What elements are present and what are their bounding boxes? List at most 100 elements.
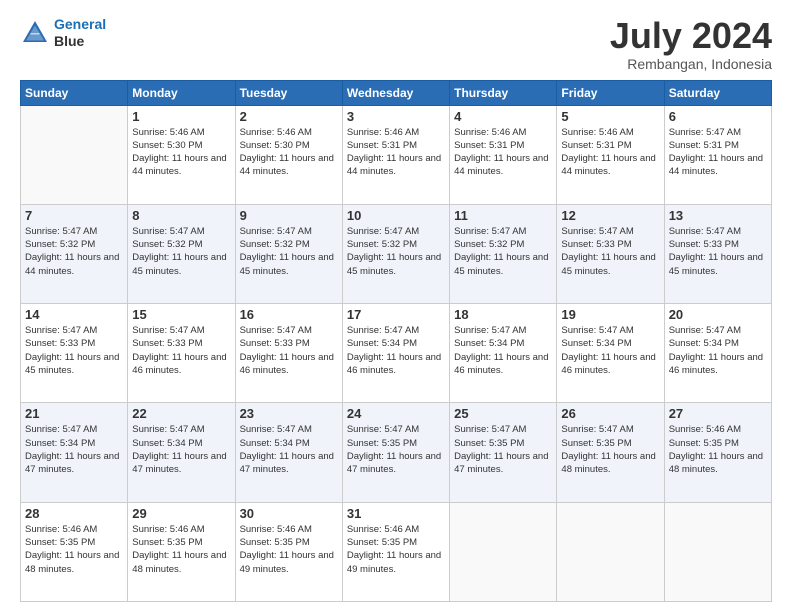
day-info: Sunrise: 5:47 AMSunset: 5:35 PMDaylight:… — [454, 423, 552, 476]
table-row: 2Sunrise: 5:46 AMSunset: 5:30 PMDaylight… — [235, 105, 342, 204]
day-number: 3 — [347, 109, 445, 124]
day-info: Sunrise: 5:47 AMSunset: 5:34 PMDaylight:… — [669, 324, 767, 377]
table-row: 24 Sunrise: 5:47 AMSunset: 5:35 PMDayligh… — [342, 403, 449, 502]
day-number: 11 — [454, 208, 552, 223]
day-number: 31 — [347, 506, 445, 521]
day-info: Sunrise: 5:47 AMSunset: 5:32 PMDaylight:… — [347, 225, 445, 278]
day-info: Sunrise: 5:46 AMSunset: 5:35 PMDaylight:… — [347, 523, 445, 576]
col-tuesday: Tuesday — [235, 80, 342, 105]
day-info: Sunrise: 5:47 AMSunset: 5:33 PMDaylight:… — [132, 324, 230, 377]
table-row: 3Sunrise: 5:46 AMSunset: 5:31 PMDaylight… — [342, 105, 449, 204]
table-row — [450, 502, 557, 601]
day-info: Sunrise: 5:46 AMSunset: 5:30 PMDaylight:… — [240, 126, 338, 179]
main-title: July 2024 — [610, 16, 772, 56]
day-number: 18 — [454, 307, 552, 322]
day-number: 14 — [25, 307, 123, 322]
day-info: Sunrise: 5:47 AMSunset: 5:33 PMDaylight:… — [669, 225, 767, 278]
table-row: 31 Sunrise: 5:46 AMSunset: 5:35 PMDayligh… — [342, 502, 449, 601]
day-info: Sunrise: 5:47 AMSunset: 5:31 PMDaylight:… — [669, 126, 767, 179]
logo-icon — [20, 18, 50, 48]
day-number: 27 — [669, 406, 767, 421]
table-row: 28 Sunrise: 5:46 AMSunset: 5:35 PMDayligh… — [21, 502, 128, 601]
day-number: 23 — [240, 406, 338, 421]
header: General Blue July 2024 Rembangan, Indone… — [20, 16, 772, 72]
day-info: Sunrise: 5:46 AMSunset: 5:31 PMDaylight:… — [454, 126, 552, 179]
day-number: 30 — [240, 506, 338, 521]
day-info: Sunrise: 5:46 AMSunset: 5:30 PMDaylight:… — [132, 126, 230, 179]
day-info: Sunrise: 5:47 AMSunset: 5:33 PMDaylight:… — [25, 324, 123, 377]
table-row: 16 Sunrise: 5:47 AMSunset: 5:33 PMDayligh… — [235, 304, 342, 403]
table-row: 13Sunrise: 5:47 AMSunset: 5:33 PMDayligh… — [664, 204, 771, 303]
day-info: Sunrise: 5:46 AMSunset: 5:35 PMDaylight:… — [25, 523, 123, 576]
table-row: 1 Sunrise: 5:46 AMSunset: 5:30 PMDaylight… — [128, 105, 235, 204]
day-number: 1 — [132, 109, 230, 124]
day-info: Sunrise: 5:46 AMSunset: 5:35 PMDaylight:… — [132, 523, 230, 576]
table-row: 12Sunrise: 5:47 AMSunset: 5:33 PMDayligh… — [557, 204, 664, 303]
table-row: 19 Sunrise: 5:47 AMSunset: 5:34 PMDayligh… — [557, 304, 664, 403]
calendar-week-row: 7 Sunrise: 5:47 AMSunset: 5:32 PMDaylight… — [21, 204, 772, 303]
day-number: 7 — [25, 208, 123, 223]
table-row: 9 Sunrise: 5:47 AMSunset: 5:32 PMDaylight… — [235, 204, 342, 303]
day-info: Sunrise: 5:46 AMSunset: 5:35 PMDaylight:… — [240, 523, 338, 576]
table-row: 25Sunrise: 5:47 AMSunset: 5:35 PMDayligh… — [450, 403, 557, 502]
table-row: 23 Sunrise: 5:47 AMSunset: 5:34 PMDayligh… — [235, 403, 342, 502]
page: General Blue July 2024 Rembangan, Indone… — [0, 0, 792, 612]
day-number: 16 — [240, 307, 338, 322]
table-row: 4 Sunrise: 5:46 AMSunset: 5:31 PMDaylight… — [450, 105, 557, 204]
table-row — [664, 502, 771, 601]
day-number: 17 — [347, 307, 445, 322]
day-number: 8 — [132, 208, 230, 223]
table-row: 21 Sunrise: 5:47 AMSunset: 5:34 PMDayligh… — [21, 403, 128, 502]
calendar-week-row: 1 Sunrise: 5:46 AMSunset: 5:30 PMDaylight… — [21, 105, 772, 204]
logo-line1: General — [54, 16, 106, 32]
table-row: 15Sunrise: 5:47 AMSunset: 5:33 PMDayligh… — [128, 304, 235, 403]
day-info: Sunrise: 5:47 AMSunset: 5:34 PMDaylight:… — [132, 423, 230, 476]
table-row — [557, 502, 664, 601]
day-info: Sunrise: 5:47 AMSunset: 5:32 PMDaylight:… — [132, 225, 230, 278]
day-number: 19 — [561, 307, 659, 322]
day-number: 20 — [669, 307, 767, 322]
day-number: 28 — [25, 506, 123, 521]
col-sunday: Sunday — [21, 80, 128, 105]
calendar-week-row: 14 Sunrise: 5:47 AMSunset: 5:33 PMDayligh… — [21, 304, 772, 403]
day-number: 9 — [240, 208, 338, 223]
title-block: July 2024 Rembangan, Indonesia — [610, 16, 772, 72]
day-number: 29 — [132, 506, 230, 521]
table-row: 14 Sunrise: 5:47 AMSunset: 5:33 PMDayligh… — [21, 304, 128, 403]
day-info: Sunrise: 5:47 AMSunset: 5:34 PMDaylight:… — [347, 324, 445, 377]
logo: General Blue — [20, 16, 106, 50]
col-saturday: Saturday — [664, 80, 771, 105]
calendar-header-row: Sunday Monday Tuesday Wednesday Thursday… — [21, 80, 772, 105]
table-row: 27Sunrise: 5:46 AMSunset: 5:35 PMDayligh… — [664, 403, 771, 502]
table-row — [21, 105, 128, 204]
table-row: 17 Sunrise: 5:47 AMSunset: 5:34 PMDayligh… — [342, 304, 449, 403]
day-number: 26 — [561, 406, 659, 421]
table-row: 7 Sunrise: 5:47 AMSunset: 5:32 PMDaylight… — [21, 204, 128, 303]
day-info: Sunrise: 5:47 AMSunset: 5:32 PMDaylight:… — [25, 225, 123, 278]
day-info: Sunrise: 5:47 AMSunset: 5:35 PMDaylight:… — [347, 423, 445, 476]
day-info: Sunrise: 5:47 AMSunset: 5:32 PMDaylight:… — [454, 225, 552, 278]
table-row: 18Sunrise: 5:47 AMSunset: 5:34 PMDayligh… — [450, 304, 557, 403]
table-row: 30 Sunrise: 5:46 AMSunset: 5:35 PMDayligh… — [235, 502, 342, 601]
calendar-week-row: 28 Sunrise: 5:46 AMSunset: 5:35 PMDayligh… — [21, 502, 772, 601]
day-number: 21 — [25, 406, 123, 421]
day-number: 5 — [561, 109, 659, 124]
calendar-week-row: 21 Sunrise: 5:47 AMSunset: 5:34 PMDayligh… — [21, 403, 772, 502]
table-row: 20 Sunrise: 5:47 AMSunset: 5:34 PMDayligh… — [664, 304, 771, 403]
day-info: Sunrise: 5:47 AMSunset: 5:34 PMDaylight:… — [240, 423, 338, 476]
day-info: Sunrise: 5:47 AMSunset: 5:34 PMDaylight:… — [561, 324, 659, 377]
day-number: 4 — [454, 109, 552, 124]
col-thursday: Thursday — [450, 80, 557, 105]
table-row: 10 Sunrise: 5:47 AMSunset: 5:32 PMDayligh… — [342, 204, 449, 303]
table-row: 8 Sunrise: 5:47 AMSunset: 5:32 PMDaylight… — [128, 204, 235, 303]
day-number: 10 — [347, 208, 445, 223]
col-wednesday: Wednesday — [342, 80, 449, 105]
day-info: Sunrise: 5:47 AMSunset: 5:32 PMDaylight:… — [240, 225, 338, 278]
table-row: 6Sunrise: 5:47 AMSunset: 5:31 PMDaylight… — [664, 105, 771, 204]
day-info: Sunrise: 5:46 AMSunset: 5:31 PMDaylight:… — [561, 126, 659, 179]
day-info: Sunrise: 5:47 AMSunset: 5:33 PMDaylight:… — [240, 324, 338, 377]
day-number: 24 — [347, 406, 445, 421]
day-info: Sunrise: 5:47 AMSunset: 5:34 PMDaylight:… — [25, 423, 123, 476]
day-info: Sunrise: 5:47 AMSunset: 5:33 PMDaylight:… — [561, 225, 659, 278]
col-friday: Friday — [557, 80, 664, 105]
